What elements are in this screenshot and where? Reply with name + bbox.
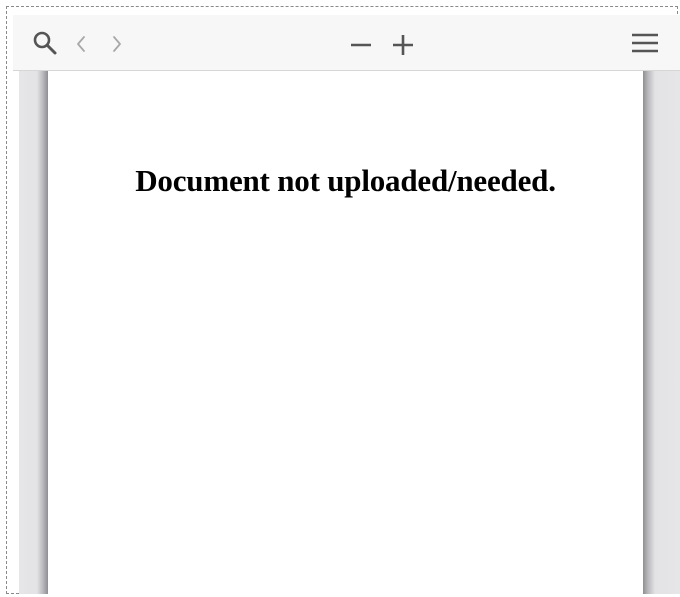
chevron-left-icon — [77, 36, 85, 52]
document-page: Document not uploaded/needed. — [48, 71, 643, 594]
page-shadow-left — [19, 71, 48, 594]
zoom-out-button[interactable] — [347, 31, 375, 57]
viewer-toolbar — [13, 15, 680, 71]
menu-button[interactable] — [629, 29, 661, 57]
search-icon — [33, 31, 57, 55]
previous-page-button[interactable] — [71, 31, 91, 57]
hamburger-menu-icon — [632, 33, 658, 53]
next-page-button[interactable] — [107, 31, 127, 57]
chevron-right-icon — [113, 36, 121, 52]
minus-icon — [351, 43, 371, 47]
document-viewport[interactable]: Document not uploaded/needed. — [19, 71, 680, 594]
zoom-in-button[interactable] — [389, 31, 417, 57]
search-button[interactable] — [31, 29, 59, 57]
plus-icon — [393, 35, 413, 55]
page-shadow-right — [643, 71, 680, 594]
document-message: Document not uploaded/needed. — [135, 163, 556, 198]
